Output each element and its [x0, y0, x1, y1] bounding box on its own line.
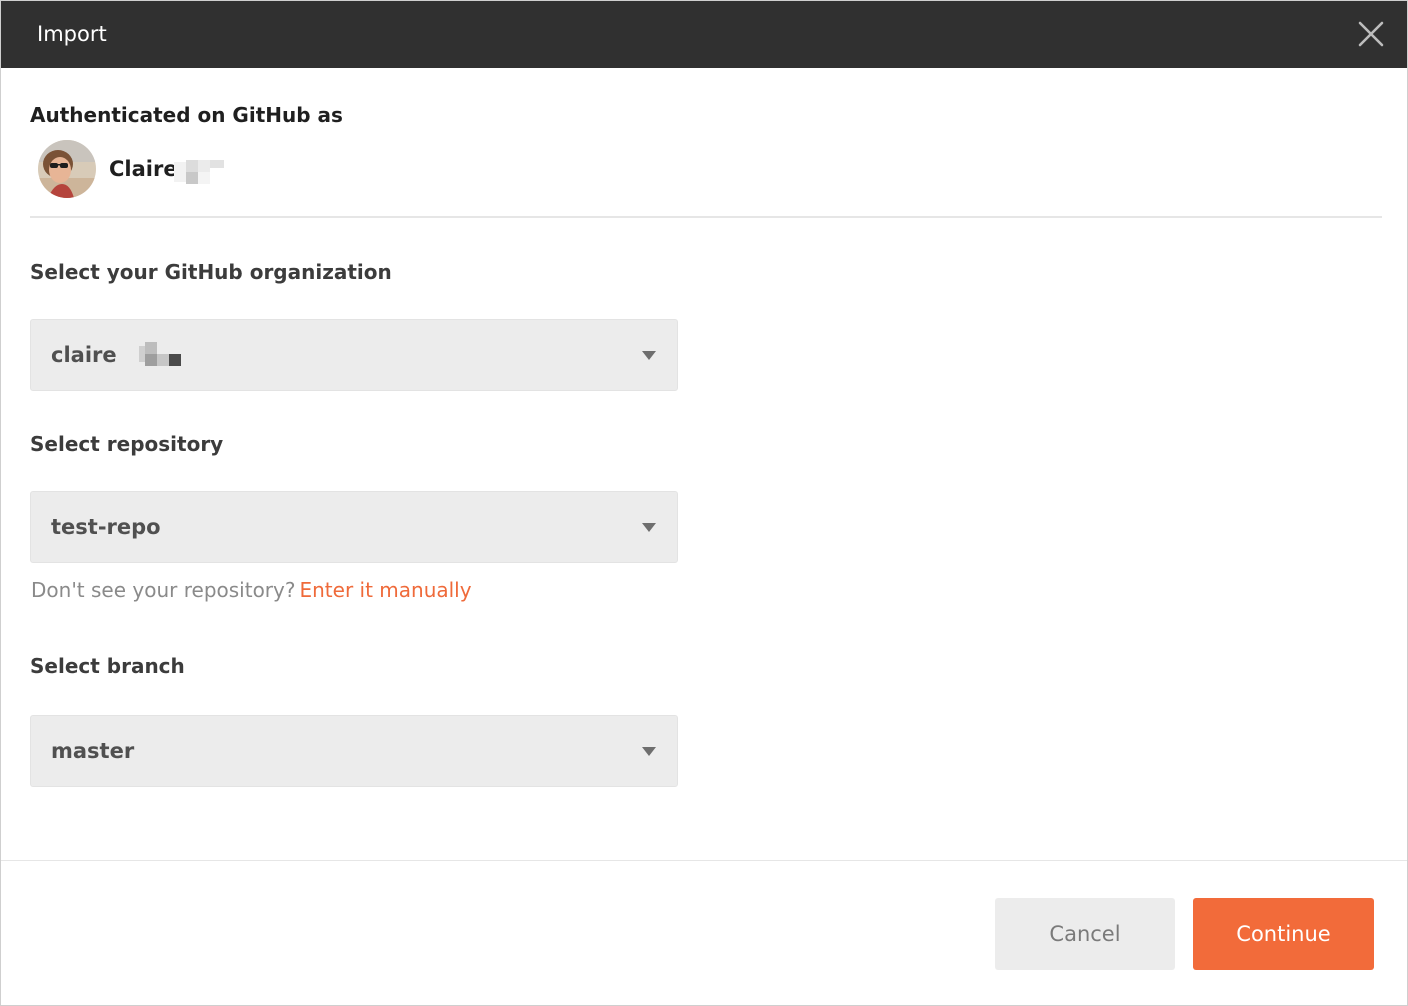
repository-hint: Don't see your repository? Enter it manua… — [31, 578, 472, 602]
divider — [30, 216, 1382, 218]
repository-select[interactable]: test-repo — [30, 491, 678, 563]
import-dialog: Import Authenticated on GitHub as Claire… — [0, 0, 1408, 1006]
organization-select[interactable]: claire — [30, 319, 678, 391]
branch-select[interactable]: master — [30, 715, 678, 787]
repository-value: test-repo — [51, 515, 161, 539]
chevron-down-icon — [642, 747, 656, 756]
repository-label: Select repository — [30, 432, 224, 456]
auth-heading: Authenticated on GitHub as — [30, 103, 343, 127]
continue-button[interactable]: Continue — [1193, 898, 1374, 970]
avatar — [38, 140, 96, 198]
organization-label: Select your GitHub organization — [30, 260, 392, 284]
dialog-title: Import — [37, 22, 107, 46]
cancel-button[interactable]: Cancel — [995, 898, 1175, 970]
user-name: Claire — [109, 157, 178, 181]
chevron-down-icon — [642, 351, 656, 360]
branch-label: Select branch — [30, 654, 185, 678]
organization-value: claire — [51, 343, 117, 367]
dialog-titlebar: Import — [1, 1, 1407, 68]
redacted-surname — [174, 160, 224, 184]
branch-value: master — [51, 739, 135, 763]
dialog-body: Authenticated on GitHub as Claire Select… — [1, 68, 1407, 860]
enter-manually-link[interactable]: Enter it manually — [299, 578, 471, 602]
repository-hint-text: Don't see your repository? — [31, 578, 296, 602]
redacted-org-suffix — [139, 342, 183, 366]
footer-divider — [1, 860, 1407, 861]
chevron-down-icon — [642, 523, 656, 532]
close-icon[interactable] — [1357, 20, 1385, 48]
